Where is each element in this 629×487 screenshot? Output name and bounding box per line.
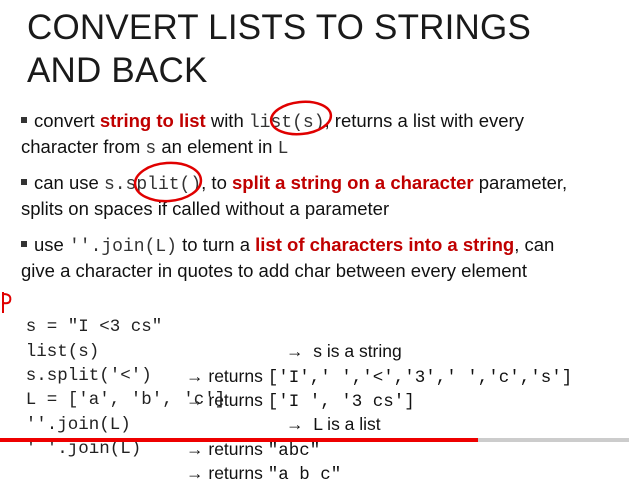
title-line-2: AND BACK (27, 51, 208, 90)
annotation-tick-mark (2, 292, 12, 313)
arrow-icon: → (286, 341, 304, 361)
title-line-1: CONVERT LISTS TO STRINGS (27, 8, 531, 47)
slide-title: CONVERT LISTS TO STRINGS AND BACK (27, 6, 531, 92)
code-description: → returns "a b c" (186, 463, 342, 485)
code-description: → s is a string (286, 341, 402, 361)
arrow-icon: → (186, 463, 204, 483)
code-description: → returns ['I',' ','<','3',' ','c','s'] (186, 366, 573, 388)
video-progress-bar[interactable] (0, 438, 629, 442)
bullet-marker (21, 117, 27, 124)
arrow-icon: → (186, 439, 204, 459)
bullet-join: use ''.join(L) to turn a list of charact… (21, 234, 555, 281)
bullet-marker (21, 179, 27, 186)
arrow-icon: → (286, 414, 304, 434)
code-description: → L is a list (286, 414, 381, 434)
bullet-marker (21, 241, 27, 248)
bullet-list-conversion: convert string to list with list(s), ret… (21, 110, 524, 159)
code-row: ' '.join(L) → returns "a b c" (16, 411, 341, 485)
video-progress-fill (0, 438, 479, 442)
code-text: ' '.join(L) (25, 439, 142, 459)
bullet-split: can use s.split(), to split a string on … (21, 172, 568, 219)
